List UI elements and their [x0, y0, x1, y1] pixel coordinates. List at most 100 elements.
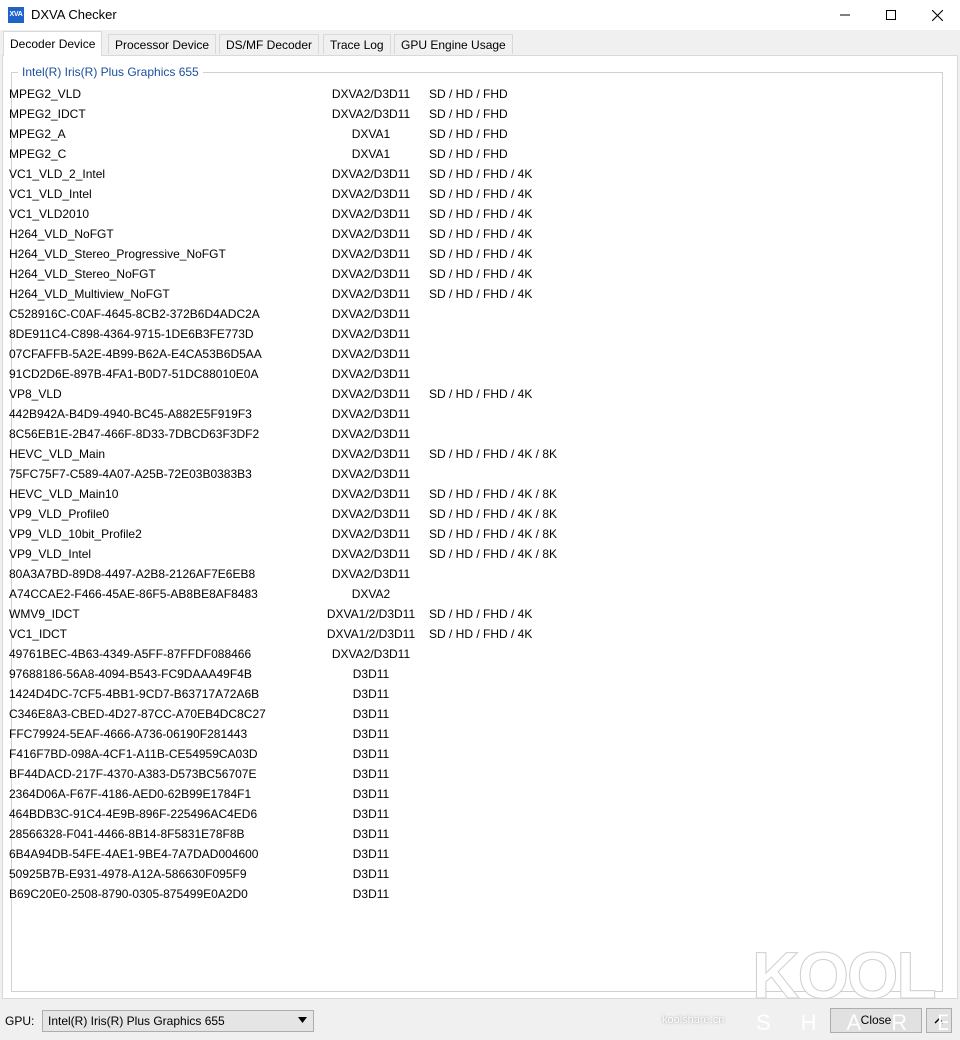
- list-item[interactable]: 6B4A94DB-54FE-4AE1-9BE4-7A7DAD004600 D3D1…: [9, 844, 929, 864]
- decoder-api: DXVA2/D3D11: [331, 487, 411, 501]
- list-item[interactable]: VP9_VLD_10bit_Profile2 DXVA2/D3D11 SD / HD…: [9, 524, 929, 544]
- decoder-api: DXVA2/D3D11: [331, 407, 411, 421]
- list-item[interactable]: VP9_VLD_Intel DXVA2/D3D11 SD / HD / FHD / …: [9, 544, 929, 564]
- decoder-api: D3D11: [352, 887, 390, 901]
- decoder-resolution: SD / HD / FHD / 4K: [429, 607, 533, 621]
- decoder-api: DXVA2/D3D11: [331, 567, 411, 581]
- list-item[interactable]: C528916C-C0AF-4645-8CB2-372B6D4ADC2A DXVA…: [9, 304, 929, 324]
- list-item[interactable]: F416F7BD-098A-4CF1-A11B-CE54959CA03D D3D1…: [9, 744, 929, 764]
- list-item[interactable]: VC1_VLD_2_Intel DXVA2/D3D11 SD / HD / FHD …: [9, 164, 929, 184]
- decoder-api: DXVA2/D3D11: [331, 427, 411, 441]
- decoder-list[interactable]: MPEG2_VLD DXVA2/D3D11 SD / HD / FHD MPEG2_I…: [9, 84, 929, 904]
- list-item[interactable]: 07CFAFFB-5A2E-4B99-B62A-E4CA53B6D5AA DXVA…: [9, 344, 929, 364]
- list-item[interactable]: 80A3A7BD-89D8-4497-A2B8-2126AF7E6EB8 DXVA…: [9, 564, 929, 584]
- decoder-resolution: SD / HD / FHD: [429, 127, 508, 141]
- list-item[interactable]: B69C20E0-2508-8790-0305-875499E0A2D0 D3D1…: [9, 884, 929, 904]
- list-item[interactable]: WMV9_IDCT DXVA1/2/D3D11 SD / HD / FHD / 4K: [9, 604, 929, 624]
- decoder-api: D3D11: [352, 787, 390, 801]
- list-item[interactable]: H264_VLD_Stereo_NoFGT DXVA2/D3D11 SD / HD …: [9, 264, 929, 284]
- gpu-label: GPU:: [5, 1014, 35, 1028]
- decoder-name: 80A3A7BD-89D8-4497-A2B8-2126AF7E6EB8: [9, 567, 256, 581]
- list-item[interactable]: 1424D4DC-7CF5-4BB1-9CD7-B63717A72A6B D3D1…: [9, 684, 929, 704]
- decoder-api: DXVA1/2/D3D11: [326, 627, 416, 641]
- decoder-api: DXVA2/D3D11: [331, 387, 411, 401]
- window-title: DXVA Checker: [31, 7, 117, 22]
- tab-gpu-engine-usage[interactable]: GPU Engine Usage: [394, 34, 513, 54]
- list-item[interactable]: VP8_VLD DXVA2/D3D11 SD / HD / FHD / 4K: [9, 384, 929, 404]
- decoder-name: H264_VLD_Multiview_NoFGT: [9, 287, 170, 301]
- title-bar: XVA DXVA Checker: [0, 0, 960, 30]
- close-button[interactable]: Close: [830, 1008, 922, 1033]
- list-item[interactable]: BF44DACD-217F-4370-A383-D573BC56707E D3D1…: [9, 764, 929, 784]
- decoder-api: DXVA2/D3D11: [331, 187, 411, 201]
- decoder-api: DXVA2/D3D11: [331, 367, 411, 381]
- tab-ds-mf-decoder[interactable]: DS/MF Decoder: [219, 34, 320, 54]
- list-item[interactable]: MPEG2_VLD DXVA2/D3D11 SD / HD / FHD: [9, 84, 929, 104]
- decoder-name: HEVC_VLD_Main: [9, 447, 106, 461]
- gpu-select-value: Intel(R) Iris(R) Plus Graphics 655: [48, 1014, 225, 1028]
- decoder-name: 464BDB3C-91C4-4E9B-896F-225496AC4ED6: [9, 807, 258, 821]
- decoder-api: D3D11: [352, 767, 390, 781]
- decoder-api: D3D11: [352, 727, 390, 741]
- tab-processor-device[interactable]: Processor Device: [108, 34, 217, 54]
- list-item[interactable]: MPEG2_C DXVA1 SD / HD / FHD: [9, 144, 929, 164]
- list-item[interactable]: 442B942A-B4D9-4940-BC45-A882E5F919F3 DXVA…: [9, 404, 929, 424]
- decoder-name: A74CCAE2-F466-45AE-86F5-AB8BE8AF8483: [9, 587, 258, 601]
- decoder-name: 8DE911C4-C898-4364-9715-1DE6B3FE773D: [9, 327, 254, 341]
- list-item[interactable]: 75FC75F7-C589-4A07-A25B-72E03B0383B3 DXVA…: [9, 464, 929, 484]
- list-item[interactable]: H264_VLD_Stereo_Progressive_NoFGT DXVA2/D…: [9, 244, 929, 264]
- decoder-name: FFC79924-5EAF-4666-A736-06190F281443: [9, 727, 248, 741]
- list-item[interactable]: 464BDB3C-91C4-4E9B-896F-225496AC4ED6 D3D1…: [9, 804, 929, 824]
- list-item[interactable]: HEVC_VLD_Main10 DXVA2/D3D11 SD / HD / FHD …: [9, 484, 929, 504]
- decoder-api: DXVA2/D3D11: [331, 207, 411, 221]
- decoder-api: D3D11: [352, 747, 390, 761]
- gpu-select[interactable]: Intel(R) Iris(R) Plus Graphics 655: [42, 1010, 314, 1032]
- list-item[interactable]: 97688186-56A8-4094-B543-FC9DAAA49F4B D3D1…: [9, 664, 929, 684]
- list-item[interactable]: H264_VLD_Multiview_NoFGT DXVA2/D3D11 SD / …: [9, 284, 929, 304]
- decoder-name: C528916C-C0AF-4645-8CB2-372B6D4ADC2A: [9, 307, 260, 321]
- decoder-resolution: SD / HD / FHD / 4K: [429, 227, 533, 241]
- list-item[interactable]: HEVC_VLD_Main DXVA2/D3D11 SD / HD / FHD / …: [9, 444, 929, 464]
- decoder-resolution: SD / HD / FHD / 4K / 8K: [429, 487, 558, 501]
- decoder-api: DXVA2/D3D11: [331, 507, 411, 521]
- list-item[interactable]: VC1_VLD2010 DXVA2/D3D11 SD / HD / FHD / 4K: [9, 204, 929, 224]
- decoder-resolution: SD / HD / FHD / 4K: [429, 387, 533, 401]
- list-item[interactable]: MPEG2_A DXVA1 SD / HD / FHD: [9, 124, 929, 144]
- tab-strip: Decoder Device Processor Device DS/MF De…: [0, 30, 960, 56]
- list-item[interactable]: A74CCAE2-F466-45AE-86F5-AB8BE8AF8483 DXVA…: [9, 584, 929, 604]
- list-item[interactable]: VC1_IDCT DXVA1/2/D3D11 SD / HD / FHD / 4K: [9, 624, 929, 644]
- decoder-name: H264_VLD_Stereo_NoFGT: [9, 267, 156, 281]
- list-item[interactable]: FFC79924-5EAF-4666-A736-06190F281443 D3D1…: [9, 724, 929, 744]
- list-item[interactable]: C346E8A3-CBED-4D27-87CC-A70EB4DC8C27 D3D1…: [9, 704, 929, 724]
- list-item[interactable]: 2364D06A-F67F-4186-AED0-62B99E1784F1 D3D1…: [9, 784, 929, 804]
- tab-trace-log[interactable]: Trace Log: [323, 34, 391, 54]
- status-bar: GPU: Intel(R) Iris(R) Plus Graphics 655 …: [0, 1000, 960, 1040]
- decoder-name: HEVC_VLD_Main10: [9, 487, 119, 501]
- scroll-up-button[interactable]: [926, 1008, 952, 1033]
- decoder-api: DXVA2/D3D11: [331, 167, 411, 181]
- decoder-resolution: SD / HD / FHD: [429, 87, 508, 101]
- decoder-api: DXVA2/D3D11: [331, 307, 411, 321]
- maximize-button[interactable]: [868, 0, 914, 30]
- list-item[interactable]: 8C56EB1E-2B47-466F-8D33-7DBCD63F3DF2 DXVA…: [9, 424, 929, 444]
- list-item[interactable]: MPEG2_IDCT DXVA2/D3D11 SD / HD / FHD: [9, 104, 929, 124]
- list-item[interactable]: 49761BEC-4B63-4349-A5FF-87FFDF088466 DXVA…: [9, 644, 929, 664]
- list-item[interactable]: H264_VLD_NoFGT DXVA2/D3D11 SD / HD / FHD /…: [9, 224, 929, 244]
- close-window-button[interactable]: [914, 0, 960, 30]
- decoder-name: 6B4A94DB-54FE-4AE1-9BE4-7A7DAD004600: [9, 847, 259, 861]
- decoder-api: D3D11: [352, 707, 390, 721]
- decoder-name: VC1_VLD_Intel: [9, 187, 92, 201]
- list-item[interactable]: VC1_VLD_Intel DXVA2/D3D11 SD / HD / FHD / …: [9, 184, 929, 204]
- list-item[interactable]: 50925B7B-E931-4978-A12A-586630F095F9 D3D1…: [9, 864, 929, 884]
- decoder-name: 28566328-F041-4466-8B14-8F5831E78F8B: [9, 827, 245, 841]
- minimize-button[interactable]: [822, 0, 868, 30]
- decoder-api: DXVA1: [351, 127, 391, 141]
- list-item[interactable]: 28566328-F041-4466-8B14-8F5831E78F8B D3D1…: [9, 824, 929, 844]
- decoder-name: VP9_VLD_Intel: [9, 547, 92, 561]
- decoder-api: DXVA2/D3D11: [331, 647, 411, 661]
- list-item[interactable]: 91CD2D6E-897B-4FA1-B0D7-51DC88010E0A DXVA…: [9, 364, 929, 384]
- decoder-name: VP8_VLD: [9, 387, 62, 401]
- list-item[interactable]: 8DE911C4-C898-4364-9715-1DE6B3FE773D DXVA…: [9, 324, 929, 344]
- tab-decoder-device[interactable]: Decoder Device: [3, 31, 103, 56]
- list-item[interactable]: VP9_VLD_Profile0 DXVA2/D3D11 SD / HD / FHD…: [9, 504, 929, 524]
